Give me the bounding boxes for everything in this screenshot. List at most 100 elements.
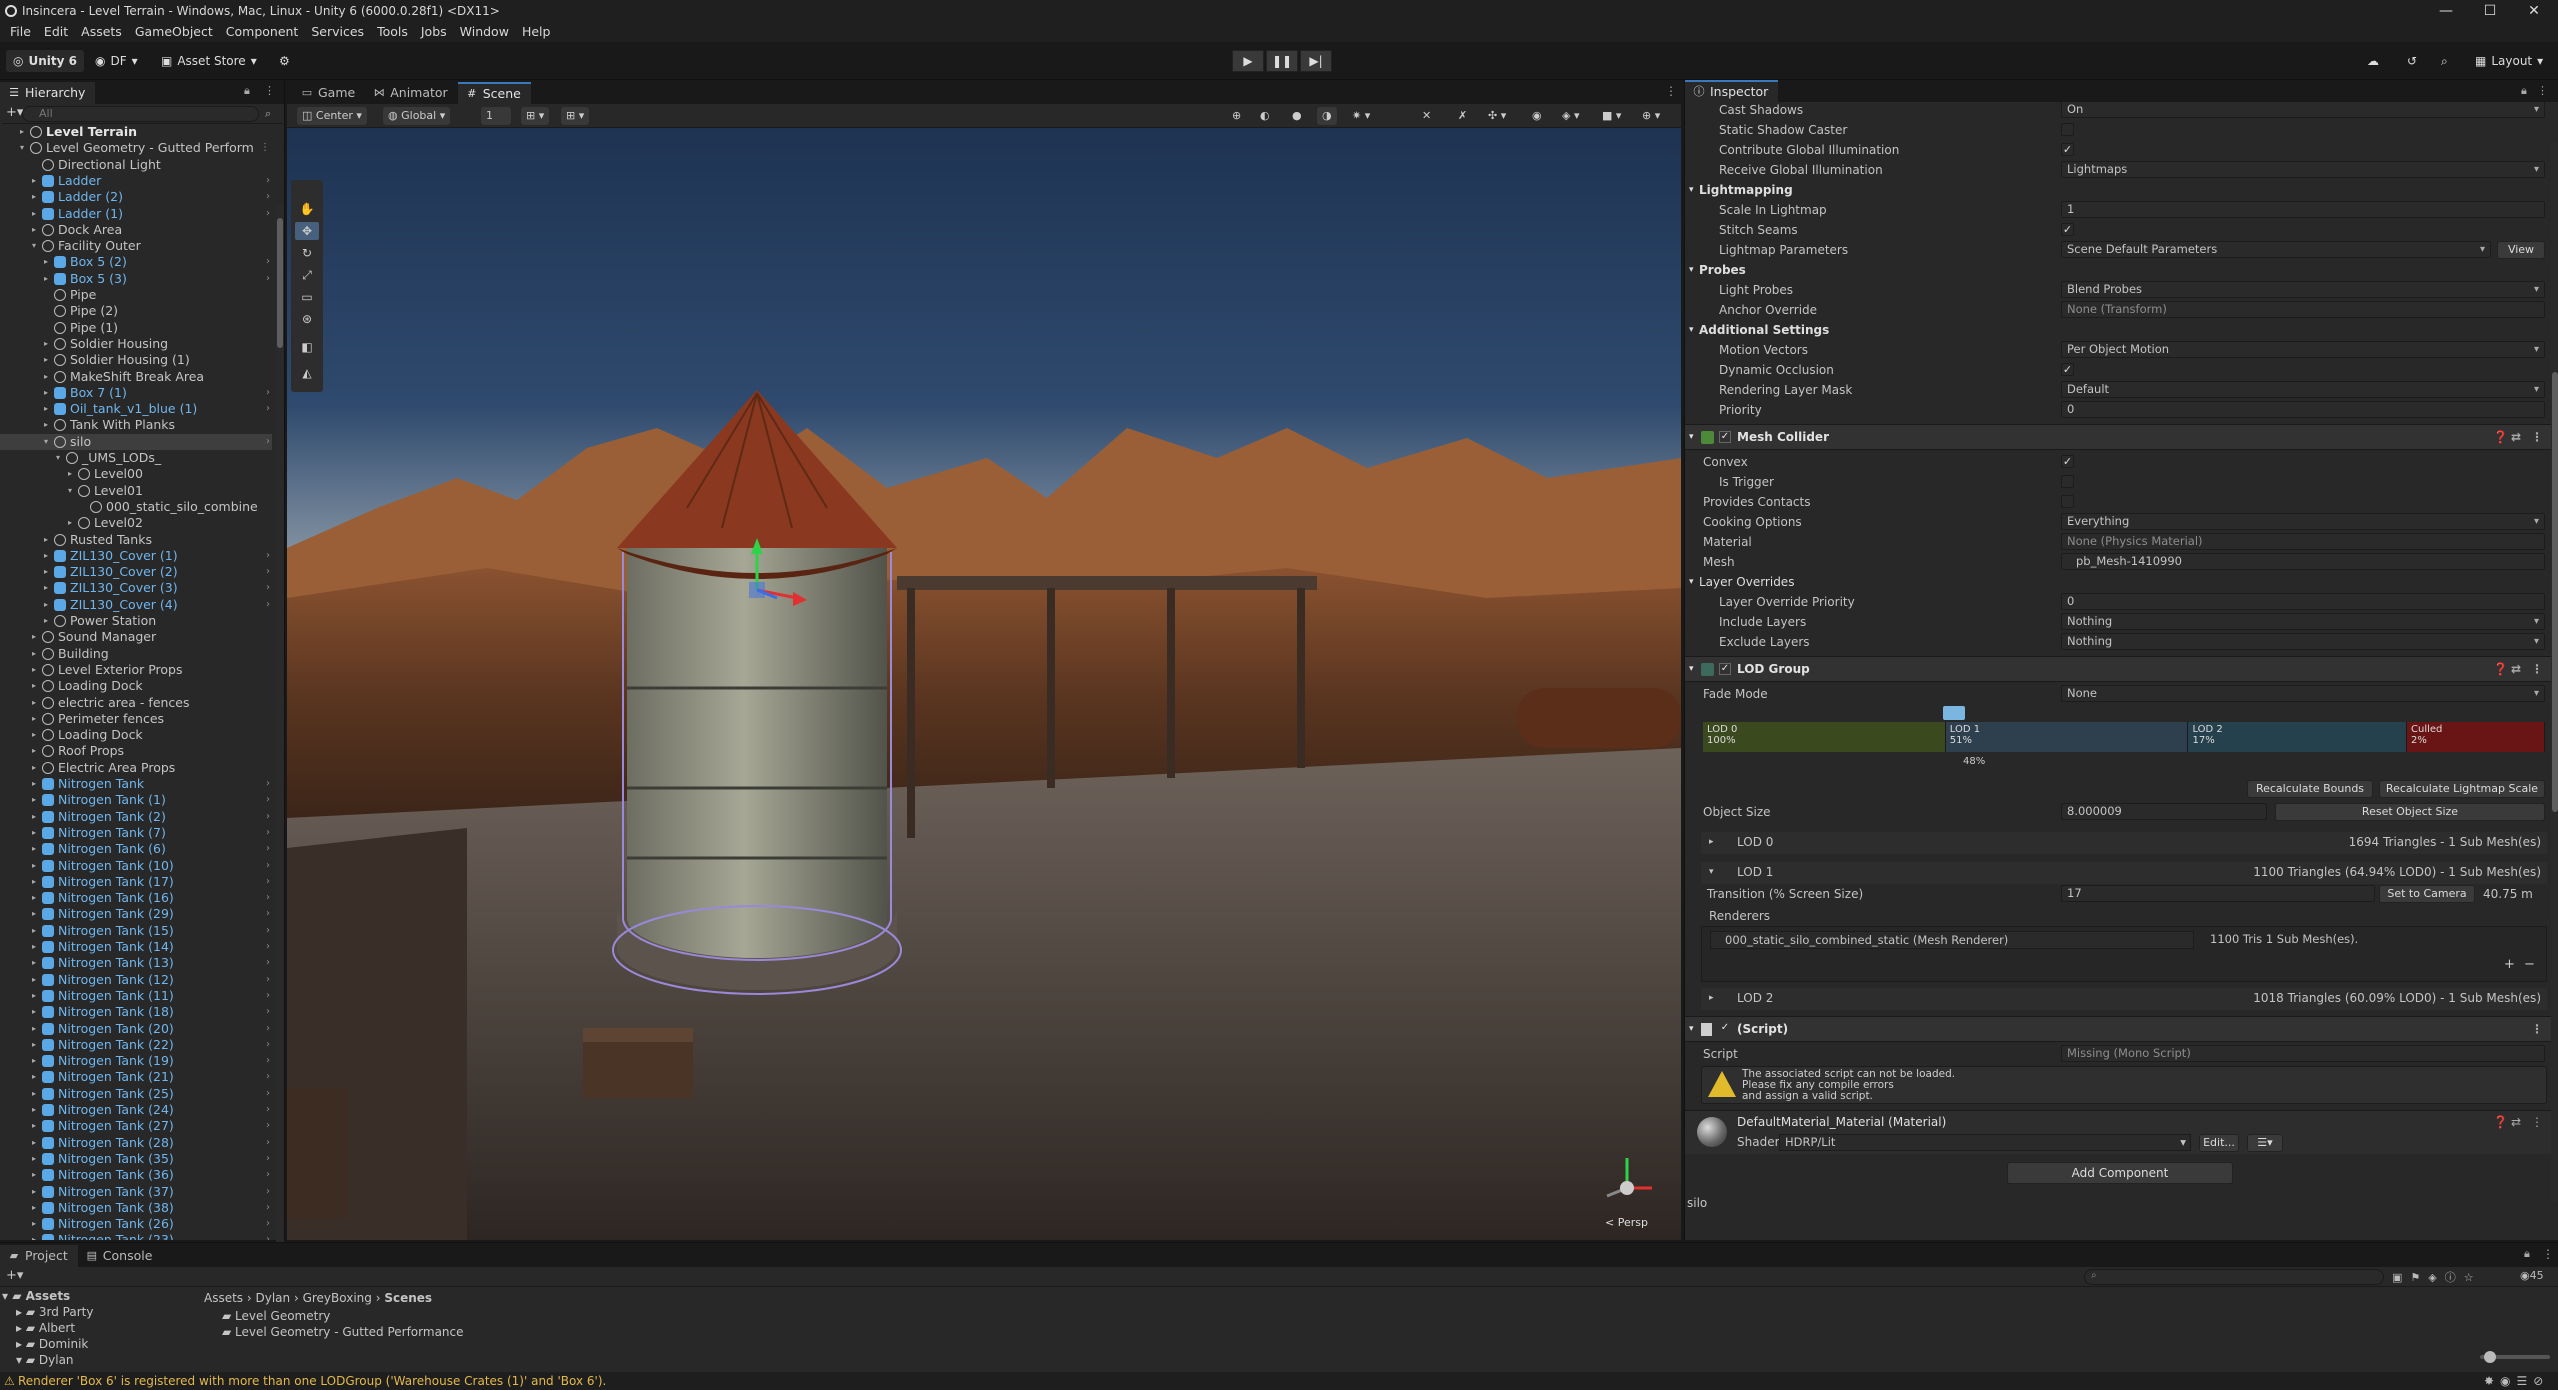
hierarchy-item[interactable]: ▾ _UMS_LODs_: [0, 450, 272, 466]
chevron-right-icon[interactable]: ▸: [32, 988, 42, 1004]
chevron-right-icon[interactable]: ▸: [44, 597, 54, 613]
hierarchy-item[interactable]: ▸ Nitrogen Tank (15) ›: [0, 923, 272, 939]
chevron-right-icon[interactable]: ▸: [32, 1135, 42, 1151]
tab-scene[interactable]: # Scene: [457, 82, 531, 104]
snap-settings-dropdown[interactable]: ⊞ ▾: [561, 107, 590, 125]
convex-checkbox[interactable]: ✓: [2061, 455, 2074, 468]
add-renderer-icon[interactable]: +: [2504, 957, 2515, 972]
tree-item-dominik[interactable]: ▸ ▰ Dominik: [16, 1337, 88, 1351]
maximize-button[interactable]: ☐: [2468, 0, 2512, 22]
hierarchy-item[interactable]: ▸ Loading Dock: [0, 678, 272, 694]
open-prefab-icon[interactable]: ›: [266, 955, 270, 971]
view-tool-icon[interactable]: ✋: [295, 200, 319, 218]
hierarchy-item[interactable]: ▸ Soldier Housing: [0, 336, 272, 352]
hierarchy-item[interactable]: ▸ Nitrogen Tank (25) ›: [0, 1086, 272, 1102]
project-filter-icons[interactable]: ▣⚑◈ⓘ☆: [2392, 1269, 2482, 1285]
kebab-menu-icon[interactable]: ⋮: [2531, 425, 2543, 449]
rect-tool-icon[interactable]: ▭: [295, 288, 319, 306]
search-icon[interactable]: ⌕: [2434, 50, 2455, 72]
probes-foldout[interactable]: ▾ Probes: [1685, 260, 2551, 280]
chevron-right-icon[interactable]: ▸: [44, 336, 54, 352]
hierarchy-item[interactable]: ▾ Level Geometry - Gutted Perform ⋮: [0, 140, 272, 156]
chevron-right-icon[interactable]: ▸: [32, 809, 42, 825]
motion-vectors-dropdown[interactable]: Per Object Motion: [2061, 341, 2545, 358]
chevron-right-icon[interactable]: ▸: [32, 173, 42, 189]
hierarchy-item[interactable]: ▸ Level Terrain: [0, 124, 272, 140]
hierarchy-item[interactable]: ▸ Nitrogen Tank (19) ›: [0, 1053, 272, 1069]
lock-icon[interactable]: 🔒︎: [2524, 1247, 2530, 1261]
lod-segment[interactable]: LOD 1 51%: [1945, 722, 2189, 752]
grid-size-input[interactable]: 1: [481, 107, 511, 125]
menu-services[interactable]: Services: [307, 22, 373, 42]
open-prefab-icon[interactable]: ›: [266, 1200, 270, 1216]
breadcrumb-greyboxing[interactable]: GreyBoxing: [303, 1291, 372, 1305]
breadcrumb-assets[interactable]: Assets: [204, 1291, 243, 1305]
add-asset-icon[interactable]: +▾: [6, 1268, 23, 1283]
chevron-right-icon[interactable]: ▸: [44, 271, 54, 287]
chevron-right-icon[interactable]: ▸: [32, 776, 42, 792]
hierarchy-item[interactable]: ▸ Nitrogen Tank (23) ›: [0, 1232, 272, 1240]
hierarchy-item[interactable]: ▸ Nitrogen Tank (22) ›: [0, 1037, 272, 1053]
step-button[interactable]: ▶|: [1300, 50, 1332, 72]
hierarchy-item[interactable]: ▸ Nitrogen Tank (38) ›: [0, 1200, 272, 1216]
chevron-right-icon[interactable]: ▸: [32, 1053, 42, 1069]
receive-gi-dropdown[interactable]: Lightmaps: [2061, 161, 2545, 178]
chevron-right-icon[interactable]: ▸: [32, 792, 42, 808]
layer-overrides-foldout[interactable]: ▾ Layer Overrides: [1685, 572, 2551, 592]
lighting-icon[interactable]: ◑: [1317, 107, 1337, 125]
chevron-right-icon[interactable]: ▸: [32, 1151, 42, 1167]
unity-account-button[interactable]: ◎ Unity 6: [6, 50, 84, 72]
lod-levels-bar[interactable]: LOD 0 100% LOD 1 51% LOD 2 17% Culled 2%: [1703, 722, 2545, 752]
material-header[interactable]: DefaultMaterial_Material (Material) Shad…: [1685, 1110, 2551, 1154]
kebab-menu-icon[interactable]: ⋮: [264, 84, 275, 97]
hierarchy-item[interactable]: ▸ Electric Area Props: [0, 760, 272, 776]
open-prefab-icon[interactable]: ›: [266, 271, 270, 287]
hierarchy-item[interactable]: ▸ Nitrogen Tank (11) ›: [0, 988, 272, 1004]
open-prefab-icon[interactable]: ›: [266, 825, 270, 841]
chevron-right-icon[interactable]: ▸: [32, 1004, 42, 1020]
persp-label[interactable]: < Persp: [1605, 1216, 1648, 1229]
open-prefab-icon[interactable]: ›: [266, 206, 270, 222]
minimize-button[interactable]: —: [2424, 0, 2468, 22]
menu-component[interactable]: Component: [222, 22, 308, 42]
chevron-down-icon[interactable]: ▾: [56, 450, 66, 466]
layers-icon[interactable]: ◈ ▾: [1557, 107, 1584, 125]
icon-size-slider[interactable]: [2480, 1351, 2550, 1363]
chevron-right-icon[interactable]: ▸: [32, 1069, 42, 1085]
hierarchy-item[interactable]: ▸ Tank With Planks: [0, 417, 272, 433]
move-tool-icon[interactable]: ✥: [295, 222, 319, 240]
rendering-layer-dropdown[interactable]: Default: [2061, 381, 2545, 398]
tab-game[interactable]: ▭ Game: [293, 82, 365, 104]
hierarchy-item[interactable]: ▸ Ladder ›: [0, 173, 272, 189]
presets-icon[interactable]: ⇄: [2511, 1115, 2521, 1129]
object-size-input[interactable]: 8.000009: [2061, 803, 2267, 820]
tree-item-assets[interactable]: ▾ ▰ Assets: [2, 1289, 70, 1303]
open-prefab-icon[interactable]: ›: [266, 434, 270, 450]
open-prefab-icon[interactable]: ›: [266, 548, 270, 564]
hierarchy-item[interactable]: ▸ Nitrogen Tank (24) ›: [0, 1102, 272, 1118]
menu-file[interactable]: File: [6, 22, 40, 42]
hierarchy-item[interactable]: ▸ Dock Area: [0, 222, 272, 238]
hierarchy-item[interactable]: Pipe (2): [0, 303, 272, 319]
chevron-right-icon[interactable]: ▸: [32, 1232, 42, 1240]
chevron-right-icon[interactable]: ▸: [44, 564, 54, 580]
hierarchy-item[interactable]: ▸ Sound Manager: [0, 629, 272, 645]
menu-jobs[interactable]: Jobs: [417, 22, 456, 42]
hierarchy-item[interactable]: ▸ Nitrogen Tank (18) ›: [0, 1004, 272, 1020]
chevron-right-icon[interactable]: ▸: [44, 385, 54, 401]
chevron-down-icon[interactable]: ▾: [20, 140, 30, 156]
chevron-down-icon[interactable]: ▾: [44, 434, 54, 450]
file-item[interactable]: ▰ Level Geometry - Gutted Performance: [222, 1325, 464, 1339]
include-layers-dropdown[interactable]: Nothing: [2061, 613, 2545, 630]
hierarchy-item[interactable]: ▸ electric area - fences: [0, 695, 272, 711]
hierarchy-item[interactable]: ▸ Building: [0, 646, 272, 662]
open-prefab-icon[interactable]: ›: [266, 776, 270, 792]
chevron-right-icon[interactable]: ▸: [32, 1118, 42, 1134]
menu-tools[interactable]: Tools: [373, 22, 417, 42]
recalculate-lightmap-scale-button[interactable]: Recalculate Lightmap Scale: [2379, 780, 2545, 798]
chevron-right-icon[interactable]: ▸: [32, 662, 42, 678]
cloud-icon[interactable]: ☁: [2360, 50, 2386, 72]
physics-material-field[interactable]: None (Physics Material): [2061, 533, 2545, 550]
lod-group-enabled-checkbox[interactable]: ✓: [1719, 663, 1731, 675]
chevron-right-icon[interactable]: ▸: [44, 532, 54, 548]
